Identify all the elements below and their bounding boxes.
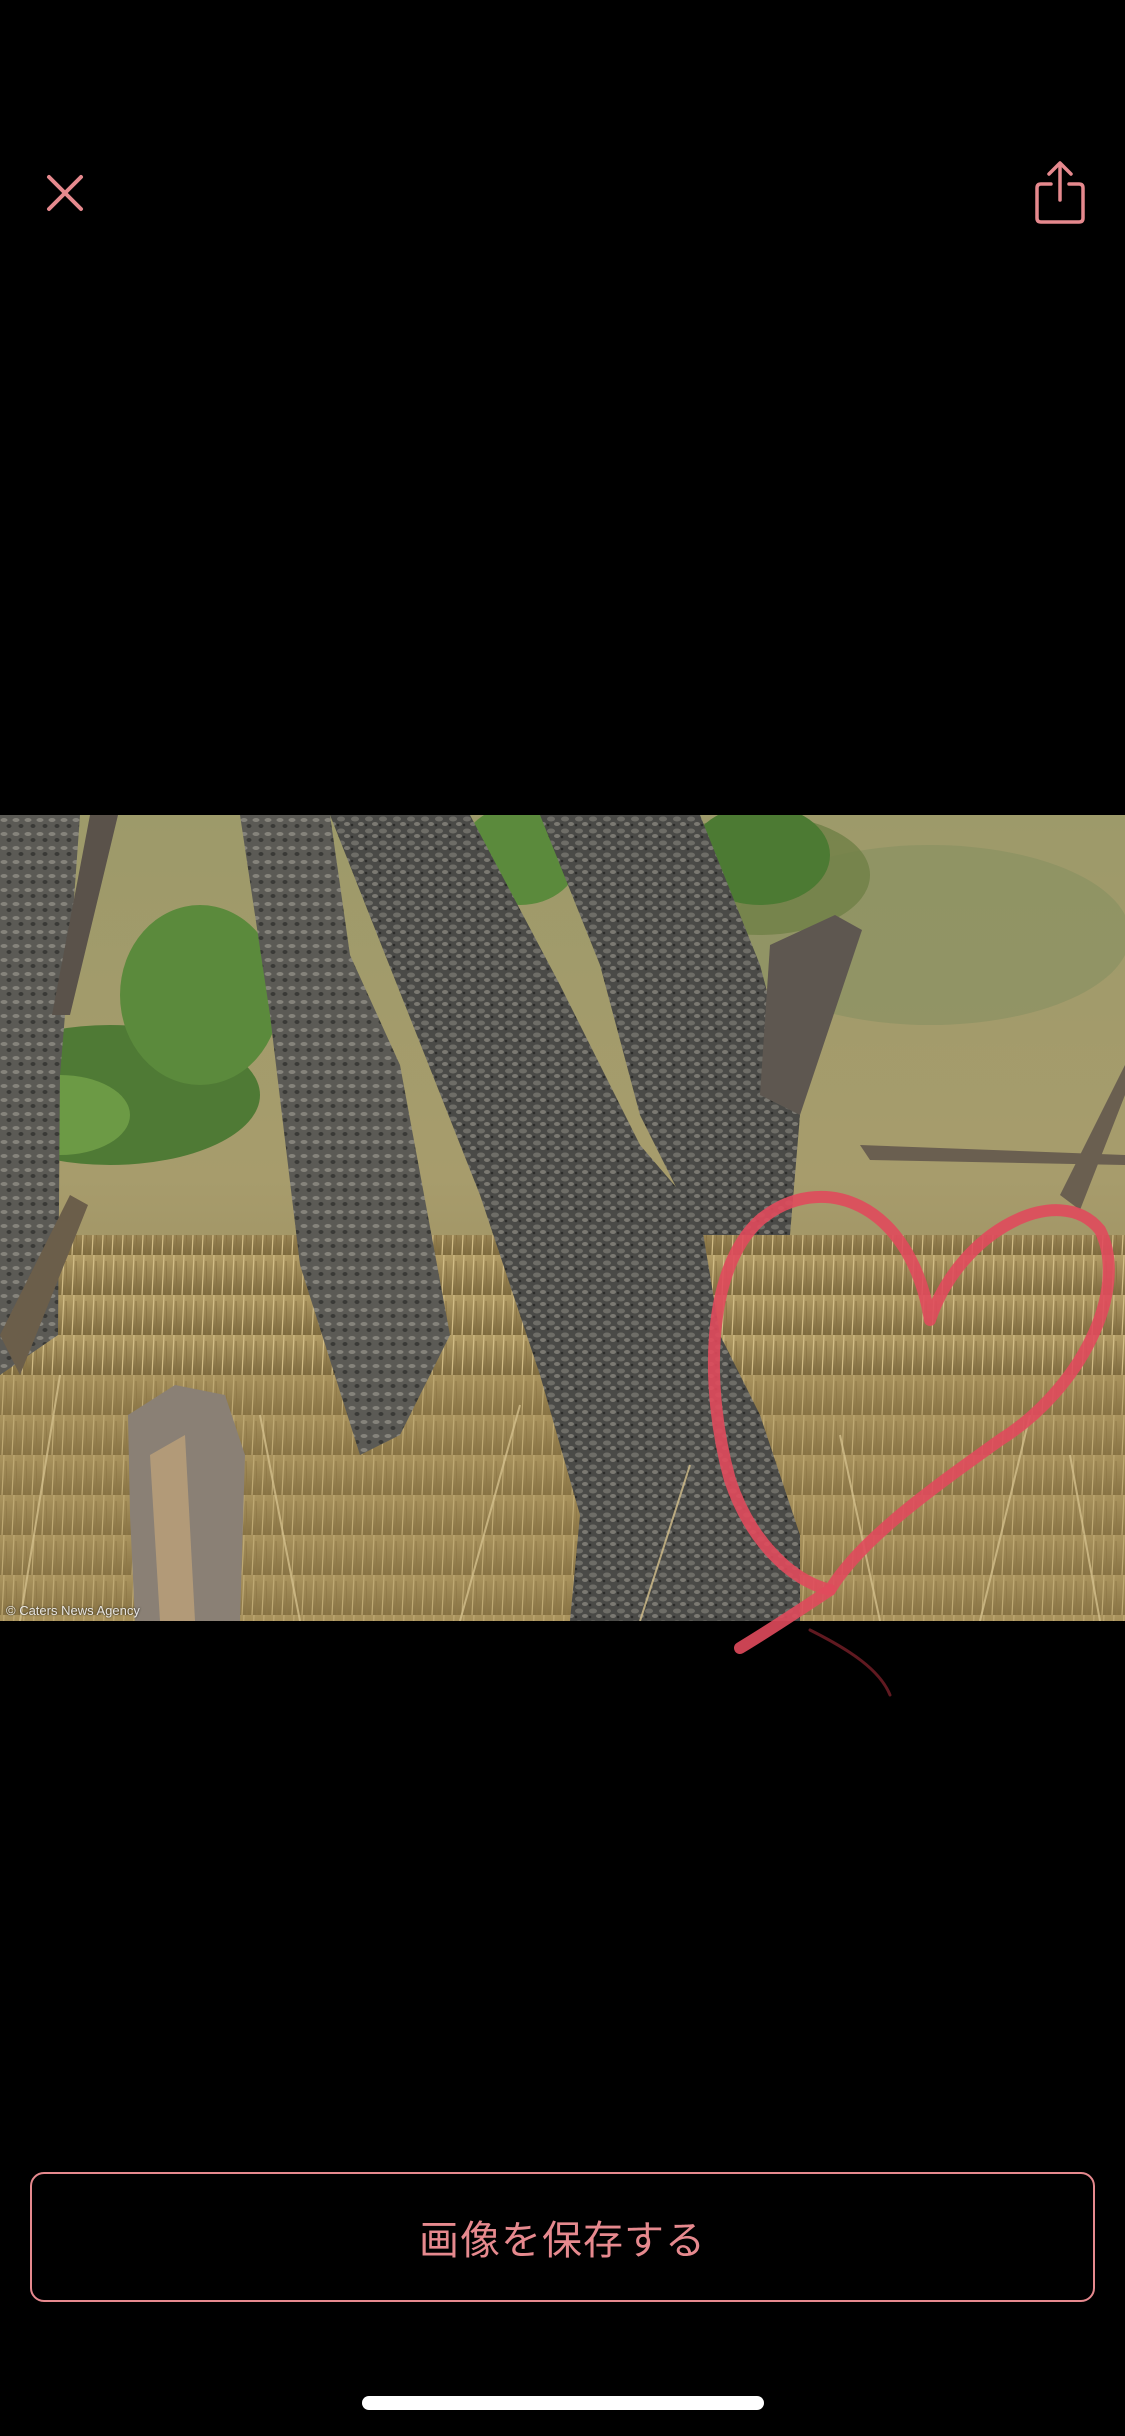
photo-image[interactable]: © Caters News Agency	[0, 815, 1125, 1621]
share-icon	[1033, 160, 1087, 230]
share-button[interactable]	[1020, 155, 1100, 235]
home-indicator[interactable]	[362, 2396, 764, 2410]
photo-scene	[0, 815, 1125, 1621]
save-image-button[interactable]: 画像を保存する	[30, 2172, 1095, 2302]
close-icon	[43, 171, 87, 219]
photo-watermark: © Caters News Agency	[6, 1603, 140, 1618]
close-button[interactable]	[30, 160, 100, 230]
